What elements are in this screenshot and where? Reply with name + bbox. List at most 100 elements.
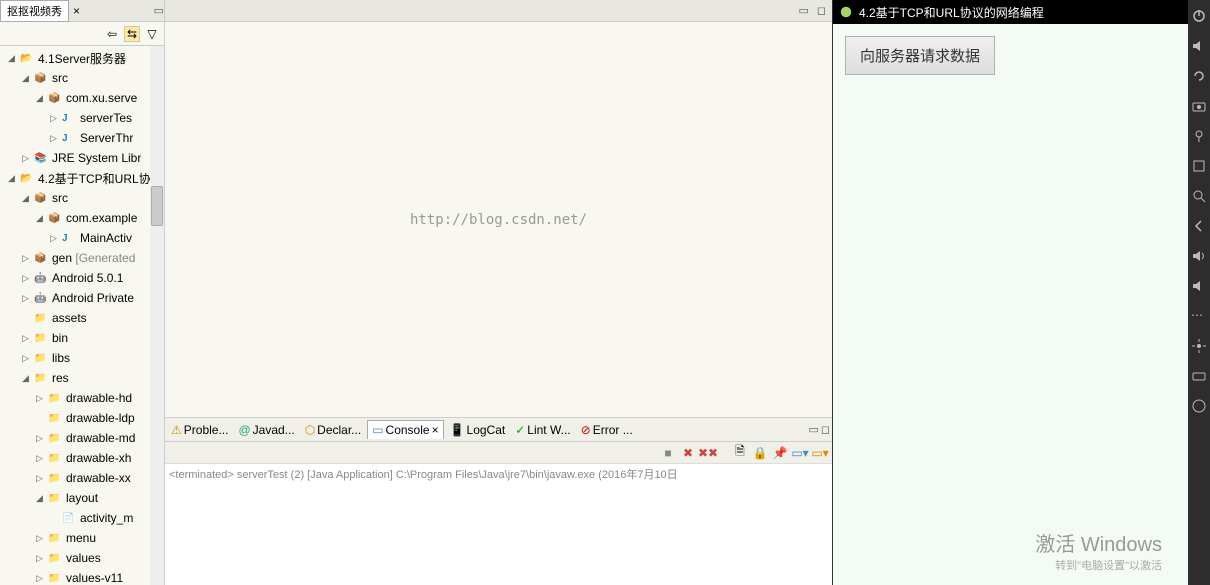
tree-item[interactable]: drawable-ldp: [0, 408, 164, 428]
settings-icon[interactable]: [1191, 338, 1207, 354]
scroll-lock-icon[interactable]: 🔒: [752, 445, 768, 461]
tree-item[interactable]: ▷values: [0, 548, 164, 568]
tree-item[interactable]: ▷drawable-xh: [0, 448, 164, 468]
tab-logcat[interactable]: 📱LogCat: [446, 421, 510, 439]
expand-arrow-icon[interactable]: ▷: [22, 353, 32, 363]
tree-item[interactable]: ▷MainActiv: [0, 228, 164, 248]
remove-all-icon[interactable]: ✖✖: [700, 445, 716, 461]
expand-arrow-icon[interactable]: ◢: [36, 493, 46, 503]
expand-arrow-icon[interactable]: [50, 513, 60, 523]
tab-error[interactable]: ⊘Error ...: [577, 421, 637, 439]
scrollbar[interactable]: [150, 46, 164, 585]
clear-icon[interactable]: 🗎: [732, 445, 748, 461]
remove-icon[interactable]: ✖: [680, 445, 696, 461]
tree-item[interactable]: ▷ServerThr: [0, 128, 164, 148]
back-icon[interactable]: ⇦: [104, 26, 120, 42]
tree-item[interactable]: activity_m: [0, 508, 164, 528]
scrollbar-thumb[interactable]: [151, 186, 163, 226]
tree-item[interactable]: ◢com.xu.serve: [0, 88, 164, 108]
expand-arrow-icon[interactable]: ▷: [36, 453, 46, 463]
expand-arrow-icon[interactable]: ◢: [8, 53, 18, 63]
minimize-icon[interactable]: ▭: [808, 423, 818, 436]
expand-arrow-icon[interactable]: ▷: [22, 293, 32, 303]
tree-item[interactable]: ▷Android Private: [0, 288, 164, 308]
expand-arrow-icon[interactable]: ◢: [22, 373, 32, 383]
tree-item[interactable]: ◢4.2基于TCP和URL协: [0, 168, 164, 188]
tab-declar[interactable]: ⬡Declar...: [301, 421, 366, 439]
expand-arrow-icon[interactable]: ▷: [36, 533, 46, 543]
tab-proble[interactable]: ⚠Proble...: [167, 421, 232, 439]
expand-arrow-icon[interactable]: ▷: [22, 273, 32, 283]
project-tree[interactable]: ◢4.1Server服务器◢src◢com.xu.serve▷serverTes…: [0, 46, 164, 585]
back-icon[interactable]: [1191, 218, 1207, 234]
pin-icon[interactable]: 📌: [772, 445, 788, 461]
close-icon[interactable]: ×: [432, 423, 439, 437]
tab-lintw[interactable]: ✓Lint W...: [511, 421, 574, 439]
tree-item[interactable]: ◢4.1Server服务器: [0, 48, 164, 68]
package-icon: [34, 250, 50, 266]
location-icon[interactable]: [1191, 128, 1207, 144]
volume-down-icon[interactable]: [1191, 278, 1207, 294]
tree-item[interactable]: ◢layout: [0, 488, 164, 508]
display-icon[interactable]: ▭▾: [792, 445, 808, 461]
volume-icon[interactable]: [1191, 38, 1207, 54]
expand-arrow-icon[interactable]: ◢: [22, 73, 32, 83]
tree-item[interactable]: ◢com.example: [0, 208, 164, 228]
tree-item[interactable]: ▷values-v11: [0, 568, 164, 585]
expand-arrow-icon[interactable]: ◢: [8, 173, 18, 183]
expand-arrow-icon[interactable]: ▷: [22, 153, 32, 163]
keyboard-icon[interactable]: [1191, 368, 1207, 384]
expand-arrow-icon[interactable]: ▷: [22, 333, 32, 343]
tab-javad[interactable]: @Javad...: [234, 421, 298, 439]
expand-arrow-icon[interactable]: ▷: [36, 433, 46, 443]
screenshot-icon[interactable]: [1191, 158, 1207, 174]
help-icon[interactable]: [1191, 398, 1207, 414]
maximize-icon[interactable]: ◻: [817, 4, 826, 17]
request-data-button[interactable]: 向服务器请求数据: [845, 36, 995, 75]
expand-arrow-icon[interactable]: ▷: [36, 553, 46, 563]
expand-arrow-icon[interactable]: ◢: [36, 213, 46, 223]
rotate-icon[interactable]: [1191, 68, 1207, 84]
expand-arrow-icon[interactable]: ◢: [22, 193, 32, 203]
terminate-icon[interactable]: ■: [660, 445, 676, 461]
tree-item[interactable]: ▷serverTes: [0, 108, 164, 128]
tree-item[interactable]: ▷Android 5.0.1: [0, 268, 164, 288]
power-icon[interactable]: [1191, 8, 1207, 24]
expand-arrow-icon[interactable]: ▷: [50, 233, 60, 243]
more-icon[interactable]: ⋯: [1191, 308, 1207, 324]
minimize-icon[interactable]: ▭: [154, 4, 164, 17]
expand-arrow-icon[interactable]: [22, 313, 32, 323]
open-console-icon[interactable]: ▭▾: [812, 445, 828, 461]
maximize-icon[interactable]: ◻: [821, 423, 830, 436]
tree-item[interactable]: ◢src: [0, 68, 164, 88]
expand-arrow-icon[interactable]: ▷: [22, 253, 32, 263]
close-icon[interactable]: ×: [69, 4, 84, 18]
expand-arrow-icon[interactable]: ▷: [36, 393, 46, 403]
explorer-tab[interactable]: 抠抠视频秀: [0, 0, 69, 22]
expand-arrow-icon[interactable]: [36, 413, 46, 423]
tree-item[interactable]: assets: [0, 308, 164, 328]
tree-item[interactable]: ◢res: [0, 368, 164, 388]
volume-up-icon[interactable]: [1191, 248, 1207, 264]
minimize-icon[interactable]: ▭: [798, 4, 808, 17]
expand-arrow-icon[interactable]: ▷: [50, 133, 60, 143]
menu-icon[interactable]: ▽: [144, 26, 160, 42]
tree-item[interactable]: ▷bin: [0, 328, 164, 348]
tree-item[interactable]: ▷gen [Generated: [0, 248, 164, 268]
tree-item[interactable]: ▷drawable-xx: [0, 468, 164, 488]
camera-icon[interactable]: [1191, 98, 1207, 114]
tree-item[interactable]: ▷JRE System Libr: [0, 148, 164, 168]
tree-item[interactable]: ▷drawable-hd: [0, 388, 164, 408]
tab-console[interactable]: ▭Console ×: [367, 420, 443, 439]
zoom-icon[interactable]: [1191, 188, 1207, 204]
expand-arrow-icon[interactable]: ▷: [36, 473, 46, 483]
tree-item[interactable]: ◢src: [0, 188, 164, 208]
link-icon[interactable]: ⇆: [124, 26, 140, 42]
tree-item[interactable]: ▷libs: [0, 348, 164, 368]
tree-item[interactable]: ▷menu: [0, 528, 164, 548]
folder-icon: [48, 450, 64, 466]
tree-item[interactable]: ▷drawable-md: [0, 428, 164, 448]
expand-arrow-icon[interactable]: ◢: [36, 93, 46, 103]
expand-arrow-icon[interactable]: ▷: [36, 573, 46, 583]
expand-arrow-icon[interactable]: ▷: [50, 113, 60, 123]
